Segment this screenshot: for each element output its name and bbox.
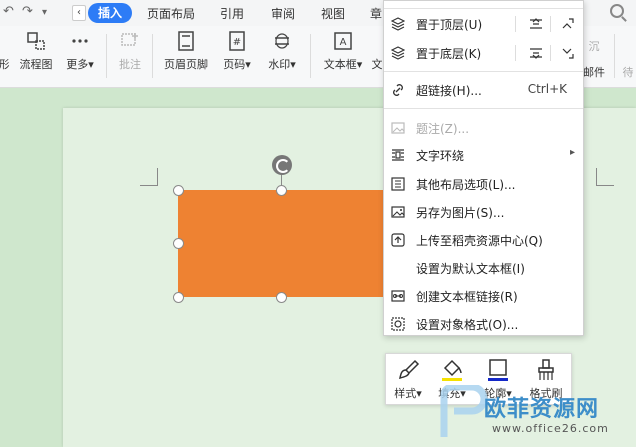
bring-forward-dropdown-icon[interactable] [560, 16, 576, 32]
menu-item-partial [384, 0, 583, 9]
menu-separator [384, 71, 583, 72]
watermark-button[interactable]: 水印▾ [263, 30, 301, 72]
ribbon-separator [152, 34, 153, 78]
tab-chapter[interactable]: 章 [370, 5, 382, 22]
menu-item-text-wrap[interactable]: 文字环绕 ▸ [384, 144, 583, 166]
menu-item-caption: 题注(Z)... [384, 117, 583, 139]
page-number-icon: # [229, 31, 245, 51]
textbox-icon: A [334, 32, 352, 50]
menu-item-upload-resource[interactable]: 上传至稻壳资源中心(Q) [384, 229, 583, 251]
layout-options-icon [391, 177, 405, 191]
header-footer-icon [178, 31, 194, 51]
caption-icon [391, 122, 405, 134]
shape-button[interactable]: 形 [0, 30, 12, 72]
sink-button[interactable]: 沉 [586, 38, 602, 54]
ribbon-separator [106, 34, 107, 78]
site-watermark: 欧菲资源网 www.office26.com [440, 385, 636, 447]
margin-corner-mark [596, 168, 614, 186]
menu-item-layout-options[interactable]: 其他布局选项(L)... [384, 173, 583, 195]
send-to-back-icon [391, 46, 405, 60]
style-brush-icon [399, 359, 420, 380]
tab-scroll-left-button[interactable]: ‹ [72, 5, 86, 21]
menu-separator [384, 108, 583, 109]
object-format-icon [391, 317, 405, 331]
menu-item-hyperlink[interactable]: 超链接(H)... Ctrl+K [384, 79, 583, 101]
more-button[interactable]: 更多▾ [62, 30, 98, 72]
site-logo-icon [440, 385, 488, 437]
undo-icon[interactable]: ↶ [3, 4, 14, 19]
ribbon-separator [310, 34, 311, 78]
send-backward-dropdown-icon[interactable] [560, 45, 576, 61]
search-icon[interactable] [610, 4, 624, 18]
flowchart-icon [27, 32, 45, 50]
save-as-image-icon [391, 206, 405, 218]
resize-handle[interactable] [276, 292, 287, 303]
pending-button[interactable]: 待 [620, 64, 636, 80]
menu-item-object-format[interactable]: 设置对象格式(O)... [384, 313, 583, 335]
pending-icon: 待 [622, 66, 634, 79]
menu-item-save-as-image[interactable]: 另存为图片(S)... [384, 201, 583, 223]
resize-handle[interactable] [173, 292, 184, 303]
more-icon [72, 39, 88, 43]
text-button[interactable]: 文 [370, 30, 384, 72]
margin-corner-mark [140, 168, 158, 186]
bring-forward-icon[interactable] [528, 16, 544, 32]
menu-item-create-textbox-link[interactable]: 创建文本框链接(R) [384, 285, 583, 307]
text-wrap-icon [392, 149, 404, 161]
resize-handle[interactable] [173, 238, 184, 249]
svg-text:#: # [233, 37, 241, 48]
svg-text:A: A [340, 37, 347, 48]
upload-icon [391, 233, 405, 247]
tab-insert[interactable]: 插入 [88, 3, 133, 23]
mail-icon: 邮件 [583, 66, 605, 79]
submenu-arrow-icon: ▸ [569, 147, 575, 158]
rotate-handle-icon[interactable] [272, 155, 292, 175]
tab-references[interactable]: 引用 [220, 5, 244, 22]
comment-button[interactable]: 批注 [114, 30, 146, 72]
comment-icon [121, 33, 138, 46]
send-backward-icon[interactable] [528, 45, 544, 61]
textbox-link-icon [391, 290, 405, 302]
selected-rectangle-shape[interactable] [178, 190, 383, 297]
menu-item-bring-to-front[interactable]: 置于顶层(U) [384, 13, 583, 35]
menu-item-send-to-back[interactable]: 置于底层(K) [384, 42, 583, 64]
sink-icon: 沉 [588, 40, 600, 53]
tab-page-layout[interactable]: 页面布局 [147, 5, 195, 22]
outline-icon [488, 359, 508, 381]
style-button[interactable]: 样式▾ [388, 358, 428, 401]
tab-view[interactable]: 视图 [321, 5, 345, 22]
textbox-button[interactable]: A 文本框▾ [318, 30, 368, 72]
header-footer-button[interactable]: 页眉页脚 [160, 30, 212, 72]
page-number-button[interactable]: # 页码▾ [219, 30, 255, 72]
bring-to-front-icon [391, 17, 405, 31]
fill-bucket-icon [442, 359, 462, 381]
resize-handle[interactable] [276, 185, 287, 196]
redo-icon[interactable]: ↷ [22, 4, 33, 19]
hyperlink-icon [393, 84, 403, 96]
flowchart-button[interactable]: 流程图 [16, 30, 56, 72]
tab-review[interactable]: 审阅 [271, 5, 295, 22]
watermark-icon [275, 33, 289, 49]
context-menu: 置于顶层(U) 置于底层(K) 超链接(H)... Ctrl+K 题注(Z)..… [383, 0, 584, 336]
resize-handle[interactable] [173, 185, 184, 196]
mail-button[interactable]: 邮件 [582, 64, 606, 80]
format-painter-icon [538, 359, 554, 380]
ribbon-separator [614, 34, 615, 78]
quick-access-dropdown-icon[interactable]: ▾ [42, 7, 47, 18]
menu-item-set-default-textbox[interactable]: 设置为默认文本框(I) [384, 257, 583, 279]
